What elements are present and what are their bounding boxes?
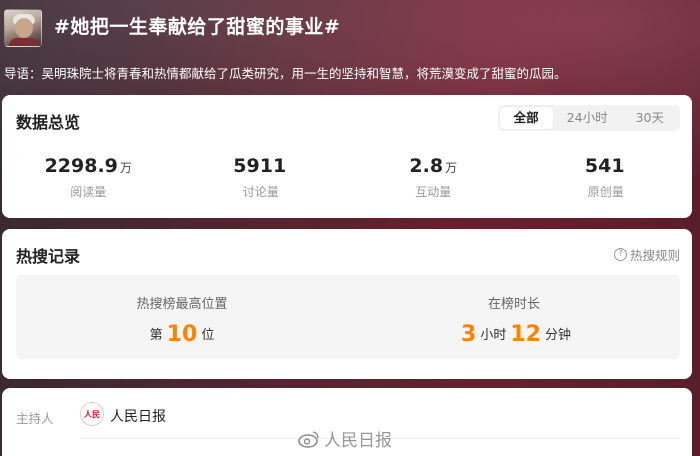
hot-search-rules-link[interactable]: ? 热搜规则 (613, 245, 680, 264)
duration-minutes: 12 (510, 322, 541, 347)
position-prefix: 第 (149, 328, 163, 343)
duration-hours-unit: 小时 (480, 328, 507, 343)
highest-position: 热搜榜最高位置 第 10 位 (16, 275, 348, 359)
stat-value: 2.8 (409, 155, 444, 177)
topic-title: #她把一生奉献给了甜蜜的事业# (54, 16, 341, 38)
tab-30d[interactable]: 30天 (622, 107, 678, 129)
tab-all[interactable]: 全部 (499, 107, 553, 129)
stat-label: 互动量 (415, 185, 452, 199)
stat-value: 5911 (233, 155, 287, 177)
stat-unit: 万 (445, 161, 458, 175)
stat-label: 原创量 (587, 185, 624, 199)
stat-label: 阅读量 (70, 185, 107, 199)
duration-minutes-unit: 分钟 (544, 328, 571, 343)
position-suffix: 位 (201, 328, 215, 343)
topic-header: #她把一生奉献给了甜蜜的事业# 导语：吴明珠院士将青春和热情都献给了瓜类研究，用… (0, 0, 700, 95)
hot-search-title: 热搜记录 (16, 247, 81, 266)
overview-card: 数据总览 全部 24小时 30天 2298.9 万 阅读量 5911 讨论量 2.… (2, 95, 692, 218)
time-on-list: 在榜时长 3 小时 12 分钟 (348, 275, 680, 359)
hot-search-panel: 热搜榜最高位置 第 10 位 在榜时长 3 小时 12 分钟 (16, 275, 680, 359)
topic-avatar[interactable] (4, 9, 42, 47)
host-label: 主持人 (16, 411, 54, 426)
question-circle-icon: ? (613, 248, 627, 261)
stat-interactions: 2.8 万 互动量 (347, 155, 520, 200)
weibo-icon (298, 430, 319, 448)
stat-reads: 2298.9 万 阅读量 (2, 155, 175, 200)
hot-search-card: 热搜记录 ? 热搜规则 热搜榜最高位置 第 10 位 在榜时长 3 小时 12 分钟 (2, 229, 692, 379)
duration-hours: 3 (461, 322, 477, 347)
rules-link-label: 热搜规则 (629, 248, 680, 263)
time-range-tabs: 全部 24小时 30天 (497, 105, 680, 131)
host-name[interactable]: 人民日报 (110, 406, 166, 426)
watermark-text: 人民日报 (324, 431, 392, 451)
highest-position-label: 热搜榜最高位置 (136, 297, 228, 312)
host-logo[interactable]: 人民 (80, 402, 104, 426)
watermark: 人民日报 (298, 426, 392, 451)
overview-title: 数据总览 (16, 113, 81, 132)
avatar-shirt (9, 38, 39, 46)
position-value: 10 (166, 322, 198, 347)
stats-row: 2298.9 万 阅读量 5911 讨论量 2.8 万 互动量 541 原创量 (2, 155, 692, 200)
stat-value: 541 (584, 155, 625, 177)
stat-label: 讨论量 (242, 185, 279, 199)
avatar-face (15, 18, 33, 38)
stat-original: 541 原创量 (520, 155, 693, 200)
tab-24h[interactable]: 24小时 (553, 107, 622, 129)
stat-value: 2298.9 (44, 155, 118, 177)
time-on-list-label: 在榜时长 (487, 297, 540, 312)
stat-discussions: 5911 讨论量 (175, 155, 348, 200)
topic-intro: 导语：吴明珠院士将青春和热情都献给了瓜类研究，用一生的坚持和智慧，将荒漠变成了甜… (4, 66, 567, 81)
stat-unit: 万 (119, 161, 132, 175)
host-logo-icon: 人民 (84, 408, 100, 419)
